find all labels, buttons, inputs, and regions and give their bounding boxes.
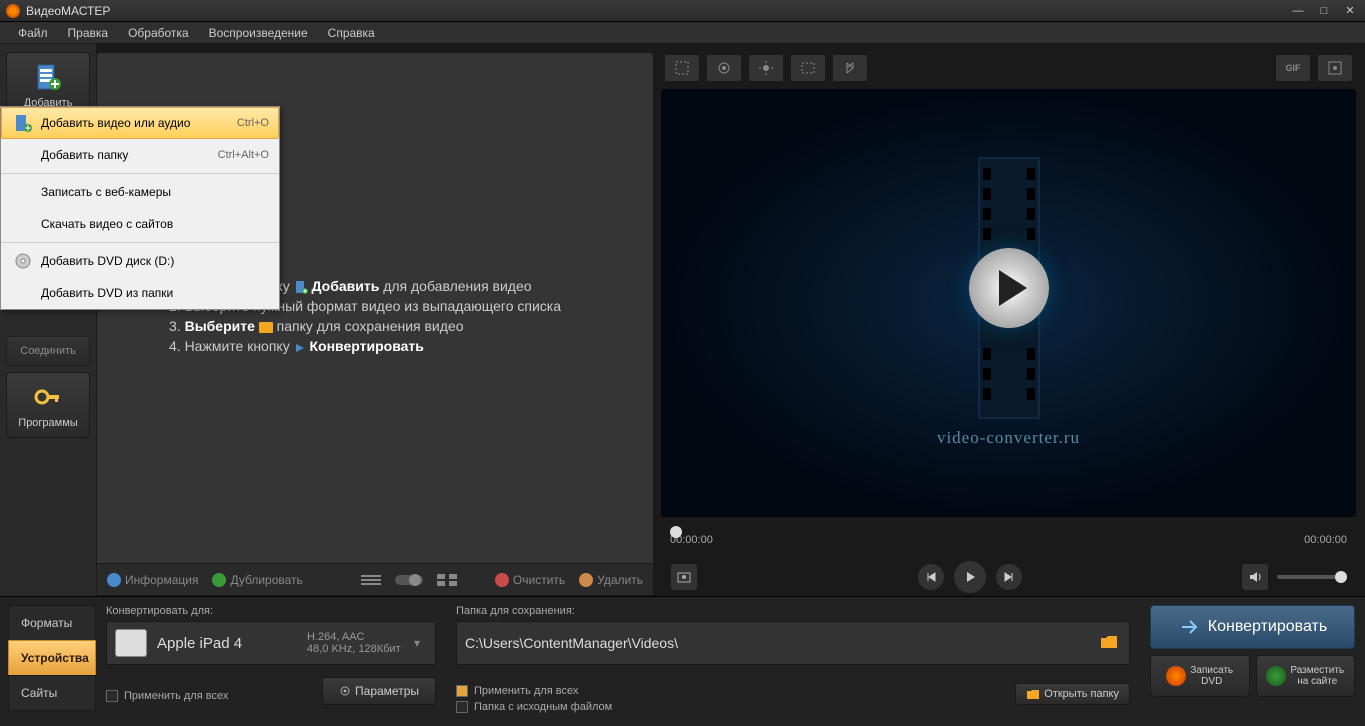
dd-add-folder[interactable]: Добавить папку Ctrl+Alt+O <box>1 139 279 171</box>
clear-button[interactable]: Очистить <box>495 573 565 587</box>
menu-file[interactable]: Файл <box>8 23 58 43</box>
info-icon <box>107 573 121 587</box>
globe-icon <box>1266 666 1286 686</box>
grid-view-icon[interactable] <box>437 574 457 586</box>
publish-button[interactable]: Разместить на сайте <box>1256 655 1356 697</box>
dd-record-webcam[interactable]: Записать с веб-камеры <box>1 176 279 208</box>
burn-icon <box>1166 666 1186 686</box>
clear-icon <box>495 573 509 587</box>
convert-button[interactable]: Конвертировать <box>1150 605 1355 649</box>
menubar: Файл Правка Обработка Воспроизведение Сп… <box>0 22 1365 44</box>
gif-button[interactable]: GIF <box>1275 54 1311 82</box>
ipad-icon <box>115 629 147 657</box>
speed-button[interactable] <box>832 54 868 82</box>
tab-sites[interactable]: Сайты <box>8 675 96 711</box>
crop-button[interactable] <box>664 54 700 82</box>
menu-process[interactable]: Обработка <box>118 23 199 43</box>
source-folder-checkbox[interactable]: Папка с исходным файлом <box>456 701 612 713</box>
close-button[interactable]: ✕ <box>1341 4 1359 18</box>
browse-button[interactable] <box>1099 634 1121 652</box>
player-controls <box>660 558 1357 596</box>
dd-add-video-audio[interactable]: Добавить видео или аудио Ctrl+O <box>1 107 279 139</box>
brightness-button[interactable] <box>748 54 784 82</box>
play-big-icon <box>969 248 1049 328</box>
delete-button[interactable]: Удалить <box>579 573 643 587</box>
titlebar: ВидеоМАСТЕР — □ ✕ <box>0 0 1365 22</box>
list-view-icon[interactable] <box>361 574 381 586</box>
menu-edit[interactable]: Правка <box>58 23 119 43</box>
params-button[interactable]: Параметры <box>322 677 436 705</box>
player-toolbar: GIF <box>660 52 1357 84</box>
save-folder-label: Папка для сохранения: <box>456 605 1130 617</box>
checkbox-icon <box>106 690 118 702</box>
duplicate-icon <box>212 573 226 587</box>
content-toolbar: Информация Дублировать Очистить Удалить <box>97 563 653 595</box>
volume-thumb[interactable] <box>1335 571 1347 583</box>
checkbox-checked-icon <box>456 685 468 697</box>
folder-mini-icon <box>259 322 273 333</box>
checkbox-icon <box>456 701 468 713</box>
apply-all-checkbox[interactable]: Применить для всех <box>106 690 228 702</box>
convert-arrow-icon <box>1178 616 1200 638</box>
film-add-small-icon <box>11 113 35 133</box>
path-text: C:\Users\ContentManager\Videos\ <box>465 635 1099 651</box>
app-title: ВидеоМАСТЕР <box>26 4 1289 18</box>
time-total: 00:00:00 <box>1304 534 1347 546</box>
info-button[interactable]: Информация <box>107 573 198 587</box>
play-button[interactable] <box>953 560 987 594</box>
player-screen[interactable]: video-converter.ru <box>660 88 1357 518</box>
tab-formats[interactable]: Форматы <box>8 605 96 641</box>
minimize-button[interactable]: — <box>1289 4 1307 18</box>
join-button[interactable]: Соединить <box>6 336 90 366</box>
codec-info: H.264, AAC 48,0 KHz, 128Кбит <box>307 631 407 655</box>
programs-button[interactable]: Программы <box>6 372 90 438</box>
menu-help[interactable]: Справка <box>318 23 385 43</box>
convert-for-label: Конвертировать для: <box>106 605 436 617</box>
device-selector[interactable]: Apple iPad 4 H.264, AAC 48,0 KHz, 128Кби… <box>106 621 436 665</box>
dd-add-dvd-folder[interactable]: Добавить DVD из папки <box>1 277 279 309</box>
toggle-icon[interactable] <box>395 573 423 587</box>
apply-all-2-checkbox[interactable]: Применить для всех <box>456 685 612 697</box>
filmstrip-graphic <box>949 158 1069 418</box>
open-folder-button[interactable]: Открыть папку <box>1015 683 1130 705</box>
dd-download-sites[interactable]: Скачать видео с сайтов <box>1 208 279 240</box>
folder-open-icon <box>1026 688 1040 700</box>
step-4: 4. Нажмите кнопку Конвертировать <box>169 338 633 354</box>
path-input[interactable]: C:\Users\ContentManager\Videos\ <box>456 621 1130 665</box>
maximize-button[interactable]: □ <box>1315 4 1333 18</box>
key-icon <box>32 381 64 413</box>
tab-devices[interactable]: Устройства <box>8 640 96 676</box>
watermark-text: video-converter.ru <box>937 428 1080 448</box>
player-track: 00:00:00 00:00:00 <box>660 518 1357 558</box>
next-button[interactable] <box>995 563 1023 591</box>
add-dropdown: Добавить видео или аудио Ctrl+O Добавить… <box>0 106 280 310</box>
programs-label: Программы <box>11 417 85 429</box>
prev-button[interactable] <box>917 563 945 591</box>
dd-add-dvd-disk[interactable]: Добавить DVD диск (D:) <box>1 245 279 277</box>
duplicate-button[interactable]: Дублировать <box>212 573 302 587</box>
film-add-icon <box>32 61 64 93</box>
seek-thumb[interactable] <box>670 526 682 538</box>
bottom-panel: Форматы Устройства Сайты Конвертировать … <box>0 596 1365 726</box>
volume-slider[interactable] <box>1277 575 1347 579</box>
gear-icon <box>339 685 351 697</box>
delete-icon <box>579 573 593 587</box>
fullscreen-button[interactable] <box>1317 54 1353 82</box>
dvd-icon <box>11 251 35 271</box>
text-button[interactable] <box>790 54 826 82</box>
effects-button[interactable] <box>706 54 742 82</box>
step-3: 3. Выберите папку для сохранения видео <box>169 318 633 334</box>
chevron-down-icon[interactable]: ▾ <box>407 636 427 650</box>
menu-playback[interactable]: Воспроизведение <box>199 23 318 43</box>
device-name: Apple iPad 4 <box>157 635 307 652</box>
burn-dvd-button[interactable]: Записать DVD <box>1150 655 1250 697</box>
screenshot-button[interactable] <box>670 563 698 591</box>
join-label: Соединить <box>11 345 85 357</box>
app-icon <box>6 4 20 18</box>
volume-button[interactable] <box>1241 563 1269 591</box>
